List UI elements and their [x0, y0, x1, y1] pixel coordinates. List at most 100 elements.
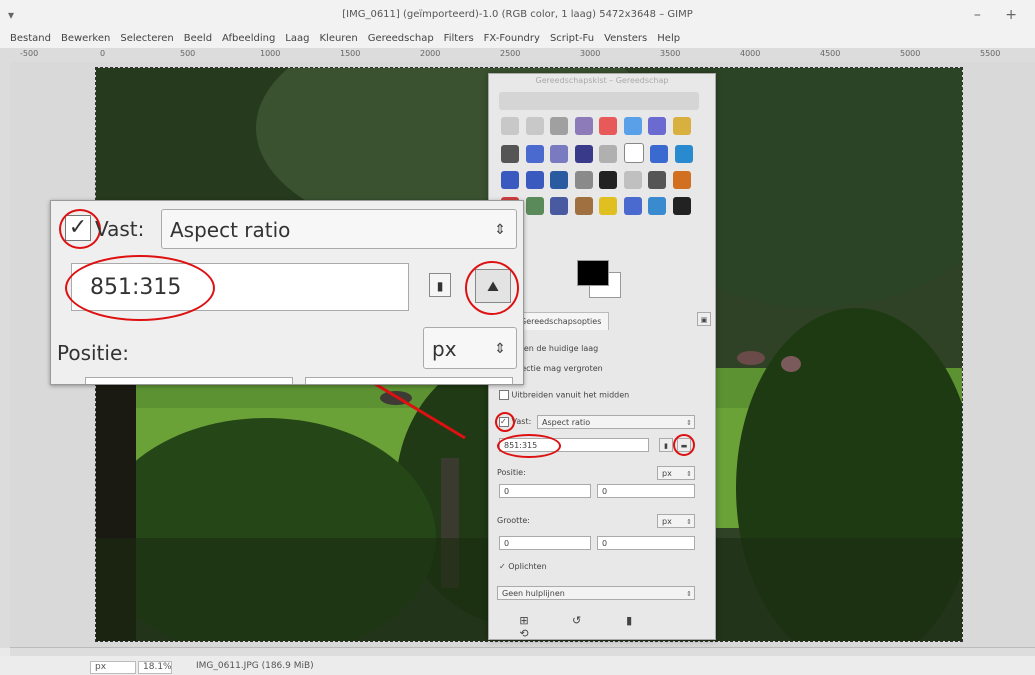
airbrush-icon[interactable] — [525, 197, 544, 215]
blur-icon[interactable] — [648, 197, 667, 215]
expand-center-label: Uitbreiden vanuit het midden — [511, 390, 630, 400]
highlight-label: Oplichten — [508, 562, 547, 571]
size-y-input[interactable]: 0 — [597, 536, 695, 550]
callout-unit-value: px — [432, 337, 457, 361]
window-menu-icon[interactable]: ▾ — [8, 0, 14, 30]
scissors-icon[interactable] — [623, 117, 642, 135]
ruler-tick-label: -500 — [20, 49, 39, 58]
size-unit-arrows-icon: ⇕ — [686, 518, 692, 526]
callout-position-y-input[interactable] — [305, 377, 513, 384]
heal-icon[interactable] — [574, 197, 593, 215]
ruler-tick-label: 2500 — [500, 49, 521, 58]
menu-item-kleuren[interactable]: Kleuren — [319, 30, 357, 48]
align-icon[interactable] — [599, 145, 618, 163]
ruler-tick-label: 1500 — [340, 49, 361, 58]
wand-icon[interactable] — [574, 117, 593, 135]
dodge-burn-icon[interactable] — [623, 197, 642, 215]
menu-item-fx-foundry[interactable]: FX-Foundry — [484, 30, 540, 48]
portrait-button[interactable]: ▮ — [659, 438, 673, 452]
menu-item-laag[interactable]: Laag — [285, 30, 309, 48]
ink-icon[interactable] — [672, 197, 691, 215]
menu-item-help[interactable]: Help — [657, 30, 680, 48]
color-select-icon[interactable] — [599, 117, 618, 135]
clone-icon[interactable] — [550, 197, 569, 215]
ellipse-select-icon[interactable] — [525, 117, 544, 135]
toolbox-header-image — [499, 92, 699, 110]
menu-item-afbeelding[interactable]: Afbeelding — [222, 30, 275, 48]
ruler-tick-label: 4500 — [820, 49, 841, 58]
zoom-select[interactable]: 18.1% — [138, 661, 172, 674]
menu-item-bewerken[interactable]: Bewerken — [61, 30, 110, 48]
window-title: [IMG_0611] (geïmporteerd)-1.0 (RGB color… — [342, 9, 693, 20]
menu-item-beeld[interactable]: Beeld — [184, 30, 212, 48]
horizontal-ruler: -500 0 500 1000 1500 2000 2500 3000 3500 4000 4500… — [10, 48, 1035, 63]
callout-position-label: Positie: — [57, 341, 130, 365]
menu-item-filters[interactable]: Filters — [444, 30, 474, 48]
fixed-mode-select[interactable]: Aspect ratio ⇕ — [537, 415, 695, 429]
status-bar: px 18.1% IMG_0611.JPG (186.9 MiB) — [0, 656, 1035, 675]
scale-icon[interactable] — [674, 145, 693, 163]
move-icon[interactable] — [574, 145, 593, 163]
callout-portrait-button[interactable]: ▮ — [429, 273, 451, 297]
menu-item-selecteren[interactable]: Selecteren — [120, 30, 173, 48]
menu-item-script-fu[interactable]: Script-Fu — [550, 30, 594, 48]
reset-options-icon[interactable]: ⟲ — [499, 627, 549, 640]
callout-position-x-input[interactable] — [85, 377, 293, 384]
guides-select[interactable]: Geen hulplijnen ⇕ — [497, 586, 695, 600]
callout-unit-select[interactable]: px ⇕ — [423, 327, 517, 369]
perspective-icon[interactable] — [525, 171, 544, 189]
menu-item-vensters[interactable]: Vensters — [604, 30, 647, 48]
color-picker-icon[interactable] — [501, 145, 519, 163]
guides-value: Geen hulplijnen — [502, 589, 565, 598]
rect-select-icon[interactable] — [501, 117, 519, 135]
foreground-color-swatch[interactable] — [577, 260, 609, 286]
menu-item-bestand[interactable]: Bestand — [10, 30, 51, 48]
annotation-circle-ratio — [497, 434, 561, 458]
ruler-tick-label: 3500 — [660, 49, 681, 58]
expand-center-checkbox[interactable] — [499, 390, 509, 400]
zoom-icon[interactable] — [525, 145, 544, 163]
highlight-check-icon: ✓ — [499, 562, 506, 571]
restore-options-icon[interactable]: ↺ — [552, 614, 602, 627]
paths-icon[interactable] — [672, 117, 691, 135]
ruler-tick-label: 2000 — [420, 49, 441, 58]
unit-select[interactable]: px — [90, 661, 136, 674]
menu-item-gereedschap[interactable]: Gereedschap — [368, 30, 434, 48]
fixed-mode-value: Aspect ratio — [542, 418, 591, 427]
foreground-select-icon[interactable] — [648, 117, 667, 135]
ruler-tick-label: 0 — [100, 49, 106, 58]
rotate-icon[interactable] — [650, 145, 669, 163]
window-controls[interactable]: – + — [974, 0, 1027, 30]
crop-icon[interactable] — [623, 143, 644, 163]
cage-icon[interactable] — [574, 171, 593, 189]
size-unit-select[interactable]: px ⇕ — [657, 514, 695, 528]
zoom-callout: ✓ Vast: Aspect ratio ⇕ 851:315 ▮ ⛰ Posit… — [50, 200, 524, 385]
position-label: Positie: — [497, 468, 526, 477]
callout-fixed-mode-select[interactable]: Aspect ratio ⇕ — [161, 209, 517, 249]
position-y-input[interactable]: 0 — [597, 484, 695, 498]
flip-icon[interactable] — [550, 171, 569, 189]
text-icon[interactable] — [599, 171, 618, 189]
pencil-icon[interactable] — [672, 171, 691, 189]
color-swatches[interactable] — [577, 260, 627, 300]
smudge-icon[interactable] — [599, 197, 618, 215]
delete-options-icon[interactable]: ▮ — [604, 614, 654, 627]
status-file-info: IMG_0611.JPG (186.9 MiB) — [196, 661, 314, 671]
position-unit-select[interactable]: px ⇕ — [657, 466, 695, 480]
annotation-circle-landscape — [673, 434, 695, 456]
save-options-icon[interactable]: ⊞ — [499, 614, 549, 627]
highlight-row[interactable]: ✓ Oplichten — [499, 562, 547, 571]
lasso-icon[interactable] — [550, 117, 569, 135]
toolbox-title: Gereedschapskist – Gereedschap — [535, 76, 669, 85]
measure-icon[interactable] — [550, 145, 569, 163]
shear-icon[interactable] — [501, 171, 519, 189]
position-x-input[interactable]: 0 — [499, 484, 591, 498]
bucket-fill-icon[interactable] — [623, 171, 642, 189]
ruler-tick-label: 1000 — [260, 49, 281, 58]
option-expand-center[interactable]: Uitbreiden vanuit het midden — [499, 390, 629, 400]
toolbox-bottom-bar: ⊞ ↺ ▮ ⟲ — [499, 614, 704, 640]
tab-menu-icon[interactable]: ▣ — [697, 312, 711, 326]
size-x-input[interactable]: 0 — [499, 536, 591, 550]
size-label: Grootte: — [497, 516, 530, 525]
blend-icon[interactable] — [648, 171, 667, 189]
